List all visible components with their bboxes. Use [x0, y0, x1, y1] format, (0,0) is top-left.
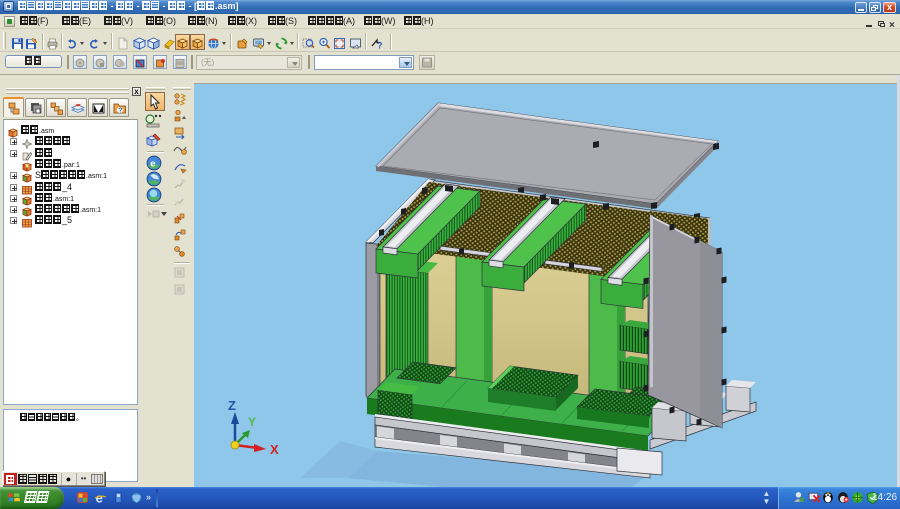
svg-text:e: e: [150, 159, 155, 170]
svg-text:?: ?: [118, 107, 122, 114]
svg-text:?: ?: [377, 41, 383, 51]
svg-text:X: X: [270, 442, 279, 457]
svg-text:Z: Z: [228, 398, 236, 413]
svg-text:Y: Y: [248, 415, 256, 429]
